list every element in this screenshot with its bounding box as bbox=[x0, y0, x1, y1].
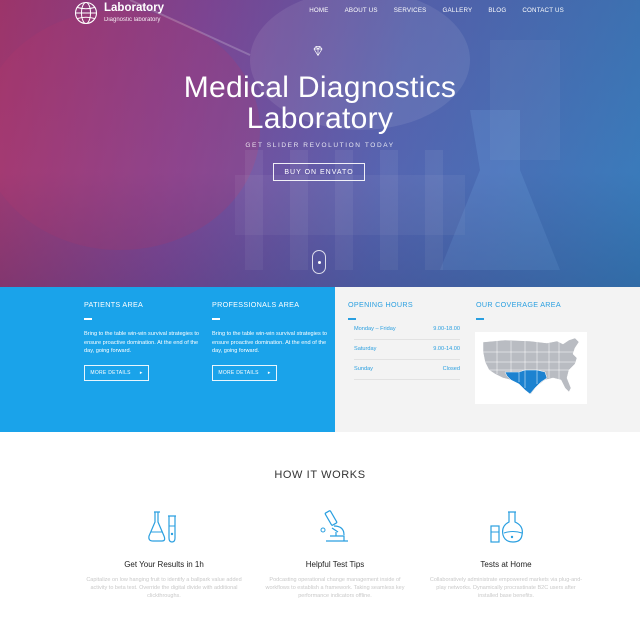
nav-home[interactable]: HOME bbox=[309, 7, 328, 14]
coverage-map bbox=[475, 332, 587, 404]
us-map-image bbox=[482, 337, 580, 395]
hours-day: Monday – Friday bbox=[354, 326, 396, 332]
buy-on-envato-button[interactable]: BUY ON ENVATO bbox=[273, 163, 365, 181]
how-it-works-title: HOW IT WORKS bbox=[274, 469, 366, 481]
more-details-label: MORE DETAILS bbox=[218, 370, 259, 376]
nav-services[interactable]: SERVICES bbox=[394, 7, 427, 14]
diamond-icon bbox=[313, 46, 323, 57]
feature-title: Helpful Test Tips bbox=[305, 560, 365, 569]
scroll-down-indicator[interactable] bbox=[312, 250, 326, 274]
chevron-right-icon: ▸ bbox=[139, 370, 143, 376]
hero-subtitle: GET SLIDER REVOLUTION TODAY bbox=[245, 142, 395, 149]
hours-time: Closed bbox=[442, 366, 460, 372]
microscope-icon bbox=[320, 510, 348, 542]
hours-row: Sunday Closed bbox=[354, 360, 460, 380]
hero-slider: Laboratory Diagnostic laboratory HOME AB… bbox=[0, 0, 640, 287]
nav-gallery[interactable]: GALLERY bbox=[443, 7, 473, 14]
professionals-more-details-button[interactable]: MORE DETAILS ▸ bbox=[212, 365, 277, 381]
opening-hours-title: OPENING HOURS bbox=[348, 300, 414, 309]
site-logo[interactable]: Laboratory Diagnostic laboratory bbox=[74, 0, 164, 26]
more-details-label: MORE DETAILS bbox=[90, 370, 131, 376]
hours-row: Saturday 9.00-14.00 bbox=[354, 340, 460, 360]
patients-more-details-button[interactable]: MORE DETAILS ▸ bbox=[84, 365, 149, 381]
hours-row: Monday – Friday 9.00-18.00 bbox=[354, 320, 460, 340]
feature-title: Get Your Results in 1h bbox=[124, 560, 204, 569]
professionals-area-title: PROFESSIONALS AREA bbox=[212, 300, 300, 309]
patients-area-title: PATIENTS AREA bbox=[84, 300, 144, 309]
patients-title-divider bbox=[84, 318, 92, 320]
feature-text: Collaboratively administrate empowered m… bbox=[429, 577, 583, 599]
hours-time: 9.00-18.00 bbox=[433, 326, 460, 332]
logo-subtitle: Diagnostic laboratory bbox=[104, 16, 161, 23]
main-nav: HOME ABOUT US SERVICES GALLERY BLOG CONT… bbox=[293, 7, 564, 14]
chevron-right-icon: ▸ bbox=[267, 370, 271, 376]
logo-title: Laboratory bbox=[104, 2, 165, 15]
globe-icon bbox=[74, 1, 98, 25]
hero-title-line-1: Medical Diagnostics bbox=[183, 71, 457, 104]
nav-about-us[interactable]: ABOUT US bbox=[345, 7, 378, 14]
nav-contact-us[interactable]: CONTACT US bbox=[522, 7, 564, 14]
professionals-area-text: Bring to the table win-win survival stra… bbox=[212, 331, 328, 355]
feature-text: Capitalize on low hanging fruit to ident… bbox=[86, 577, 242, 599]
professionals-title-divider bbox=[212, 318, 220, 320]
scroll-dot bbox=[317, 261, 321, 264]
coverage-title-divider bbox=[476, 318, 484, 320]
hero-title: Medical Diagnostics Laboratory bbox=[0, 72, 640, 134]
hero-title-line-2: Laboratory bbox=[246, 102, 394, 135]
lab-flask-icon bbox=[490, 511, 523, 543]
hours-day: Sunday bbox=[354, 366, 373, 372]
test-tubes-icon bbox=[148, 511, 176, 543]
patients-area-text: Bring to the table win-win survival stra… bbox=[84, 331, 200, 355]
nav-blog[interactable]: BLOG bbox=[488, 7, 506, 14]
feature-text: Podcasting operational change management… bbox=[265, 577, 405, 599]
hours-day: Saturday bbox=[354, 346, 377, 352]
hours-time: 9.00-14.00 bbox=[433, 346, 460, 352]
feature-title: Tests at Home bbox=[480, 560, 532, 569]
coverage-area-title: OUR COVERAGE AREA bbox=[476, 300, 561, 309]
